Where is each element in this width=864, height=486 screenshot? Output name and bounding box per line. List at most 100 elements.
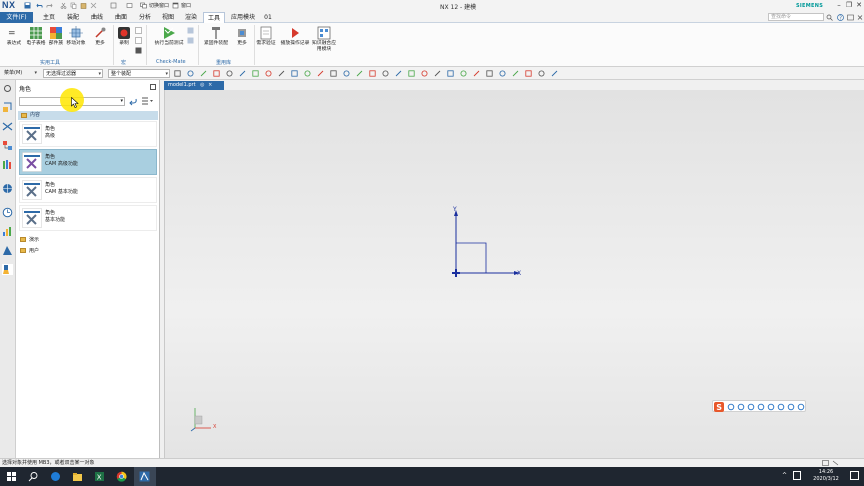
view-options-icon[interactable] <box>551 70 558 77</box>
line-icon[interactable] <box>304 70 311 77</box>
resource-bar-settings-icon[interactable] <box>2 83 13 94</box>
end-point-icon[interactable] <box>382 70 389 77</box>
notifications-icon[interactable] <box>850 471 859 480</box>
requirements-validation-button[interactable]: 需求验证 <box>254 26 278 58</box>
sogou-logo-icon[interactable]: S <box>714 402 724 412</box>
settings-grid-icon[interactable] <box>797 403 805 411</box>
sketch-icon[interactable] <box>330 70 337 77</box>
ribbon-options-icon[interactable] <box>847 14 854 21</box>
edge-browser-icon[interactable] <box>50 471 61 482</box>
tab-file[interactable]: 文件(F) <box>0 12 33 23</box>
tab-assembly[interactable]: 装配 <box>62 12 84 23</box>
tab-view[interactable]: 视图 <box>157 12 179 23</box>
camera-icon[interactable] <box>486 70 493 77</box>
selection-scope-select[interactable]: 整个装配 <box>108 69 170 78</box>
search-icon[interactable] <box>826 14 833 21</box>
reuse-library-icon[interactable] <box>2 159 13 170</box>
datum-csys[interactable] <box>445 205 525 280</box>
stop-macro-icon[interactable] <box>135 47 142 54</box>
role-item[interactable]: 角色 CAM 基本功能 <box>19 177 157 203</box>
menu-button[interactable]: 菜单(M) <box>2 69 38 78</box>
back-icon[interactable] <box>129 97 138 106</box>
switch-window-label[interactable]: 切换窗口 <box>149 2 169 9</box>
keyboard-icon[interactable] <box>767 403 775 411</box>
window-menu-label[interactable]: 窗口 <box>181 2 191 9</box>
punctuation-icon[interactable] <box>737 403 745 411</box>
more-utilities-button[interactable]: 更多 <box>88 26 112 58</box>
minimize-button[interactable]: – <box>834 1 844 10</box>
quadrant-icon[interactable] <box>421 70 428 77</box>
redo-list-icon[interactable] <box>187 70 194 77</box>
tab-surface[interactable]: 曲面 <box>110 12 132 23</box>
cut-icon[interactable] <box>60 2 67 9</box>
input-indicator-icon[interactable] <box>793 471 801 480</box>
windows-start-icon[interactable] <box>6 471 17 482</box>
fit-icon[interactable] <box>278 70 285 77</box>
voice-input-icon[interactable] <box>757 403 765 411</box>
web-browser-icon[interactable] <box>2 183 13 194</box>
more-reuse-button[interactable]: 更多 <box>230 26 254 58</box>
chrome-app-icon[interactable] <box>116 471 127 482</box>
playback-icon[interactable] <box>135 27 142 34</box>
expression-button[interactable]: = 表达式 <box>2 26 26 58</box>
render-style-icon[interactable] <box>460 70 467 77</box>
shade-icon[interactable] <box>265 70 272 77</box>
manufacturing-wizard-icon[interactable] <box>2 245 13 256</box>
file-explorer-icon[interactable] <box>72 471 83 482</box>
taskbar-clock[interactable]: 14:26 2020/3/12 <box>806 469 846 483</box>
assembly-navigator-icon[interactable] <box>2 102 13 113</box>
switch-window-icon[interactable] <box>140 2 147 9</box>
tab-tools[interactable]: 工具 <box>203 12 225 23</box>
roles-icon[interactable] <box>2 264 13 275</box>
history-icon[interactable] <box>2 207 13 218</box>
folder-demo[interactable]: 演示 <box>29 236 39 243</box>
play-journal-button[interactable]: 播放操作记录 <box>278 26 312 58</box>
show-hide-icon[interactable] <box>252 70 259 77</box>
document-tab[interactable]: model1.prt ◎ × <box>164 81 224 90</box>
redo-icon[interactable] <box>46 2 53 9</box>
part-navigator-icon[interactable] <box>2 140 13 151</box>
tab-home[interactable]: 主页 <box>38 12 60 23</box>
undo-icon[interactable] <box>36 2 43 9</box>
window-icon[interactable] <box>172 2 179 9</box>
close-window-button[interactable]: ✕ <box>854 1 864 10</box>
tab-applications[interactable]: 应用模块 <box>228 12 258 23</box>
wcs-icon[interactable] <box>538 70 545 77</box>
background-icon[interactable] <box>473 70 480 77</box>
tab-render[interactable]: 渲染 <box>180 12 202 23</box>
layer-icon[interactable] <box>447 70 454 77</box>
tab-analysis[interactable]: 分析 <box>134 12 156 23</box>
list-view-icon[interactable] <box>141 97 153 106</box>
run-current-test-button[interactable]: 执行当前测试 <box>152 26 186 58</box>
touch-mode-icon[interactable] <box>126 2 133 9</box>
undo-list-icon[interactable] <box>174 70 181 77</box>
lasso-icon[interactable] <box>239 70 246 77</box>
process-studio-icon[interactable] <box>2 226 13 237</box>
restore-button[interactable]: ❐ <box>844 1 854 10</box>
help-icon[interactable]: ? <box>837 14 844 21</box>
clipping-icon[interactable] <box>512 70 519 77</box>
tray-chevron-icon[interactable]: ^ <box>782 472 787 479</box>
delete-icon[interactable] <box>90 2 97 9</box>
knowledge-fusion-button[interactable]: 知识融合应用模块 <box>312 26 336 58</box>
move-object-button[interactable]: 移动对象 <box>64 26 88 58</box>
copy-icon[interactable] <box>70 2 77 9</box>
constraint-navigator-icon[interactable] <box>2 121 13 132</box>
role-item[interactable]: 角色 CAM 高级功能 <box>19 149 157 175</box>
folder-user[interactable]: 用户 <box>29 247 39 254</box>
document-close-icon[interactable]: × <box>208 82 212 88</box>
panel-maximize-button[interactable] <box>150 84 156 90</box>
check-mate-results-icon[interactable] <box>187 37 194 44</box>
command-search-input[interactable]: 查找命令 <box>768 13 824 21</box>
section-content-header[interactable]: 内容 <box>18 111 158 120</box>
tab-01[interactable]: 01 <box>261 12 275 23</box>
emoji-icon[interactable] <box>747 403 755 411</box>
role-item[interactable]: 角色 高级 <box>19 121 157 147</box>
grid-icon[interactable] <box>499 70 506 77</box>
save-icon[interactable] <box>24 2 31 9</box>
tangent-icon[interactable] <box>395 70 402 77</box>
check-mate-settings-icon[interactable] <box>187 27 194 34</box>
edit-macro-icon[interactable] <box>135 37 142 44</box>
zoom-icon[interactable] <box>291 70 298 77</box>
select-general-icon[interactable] <box>200 70 207 77</box>
